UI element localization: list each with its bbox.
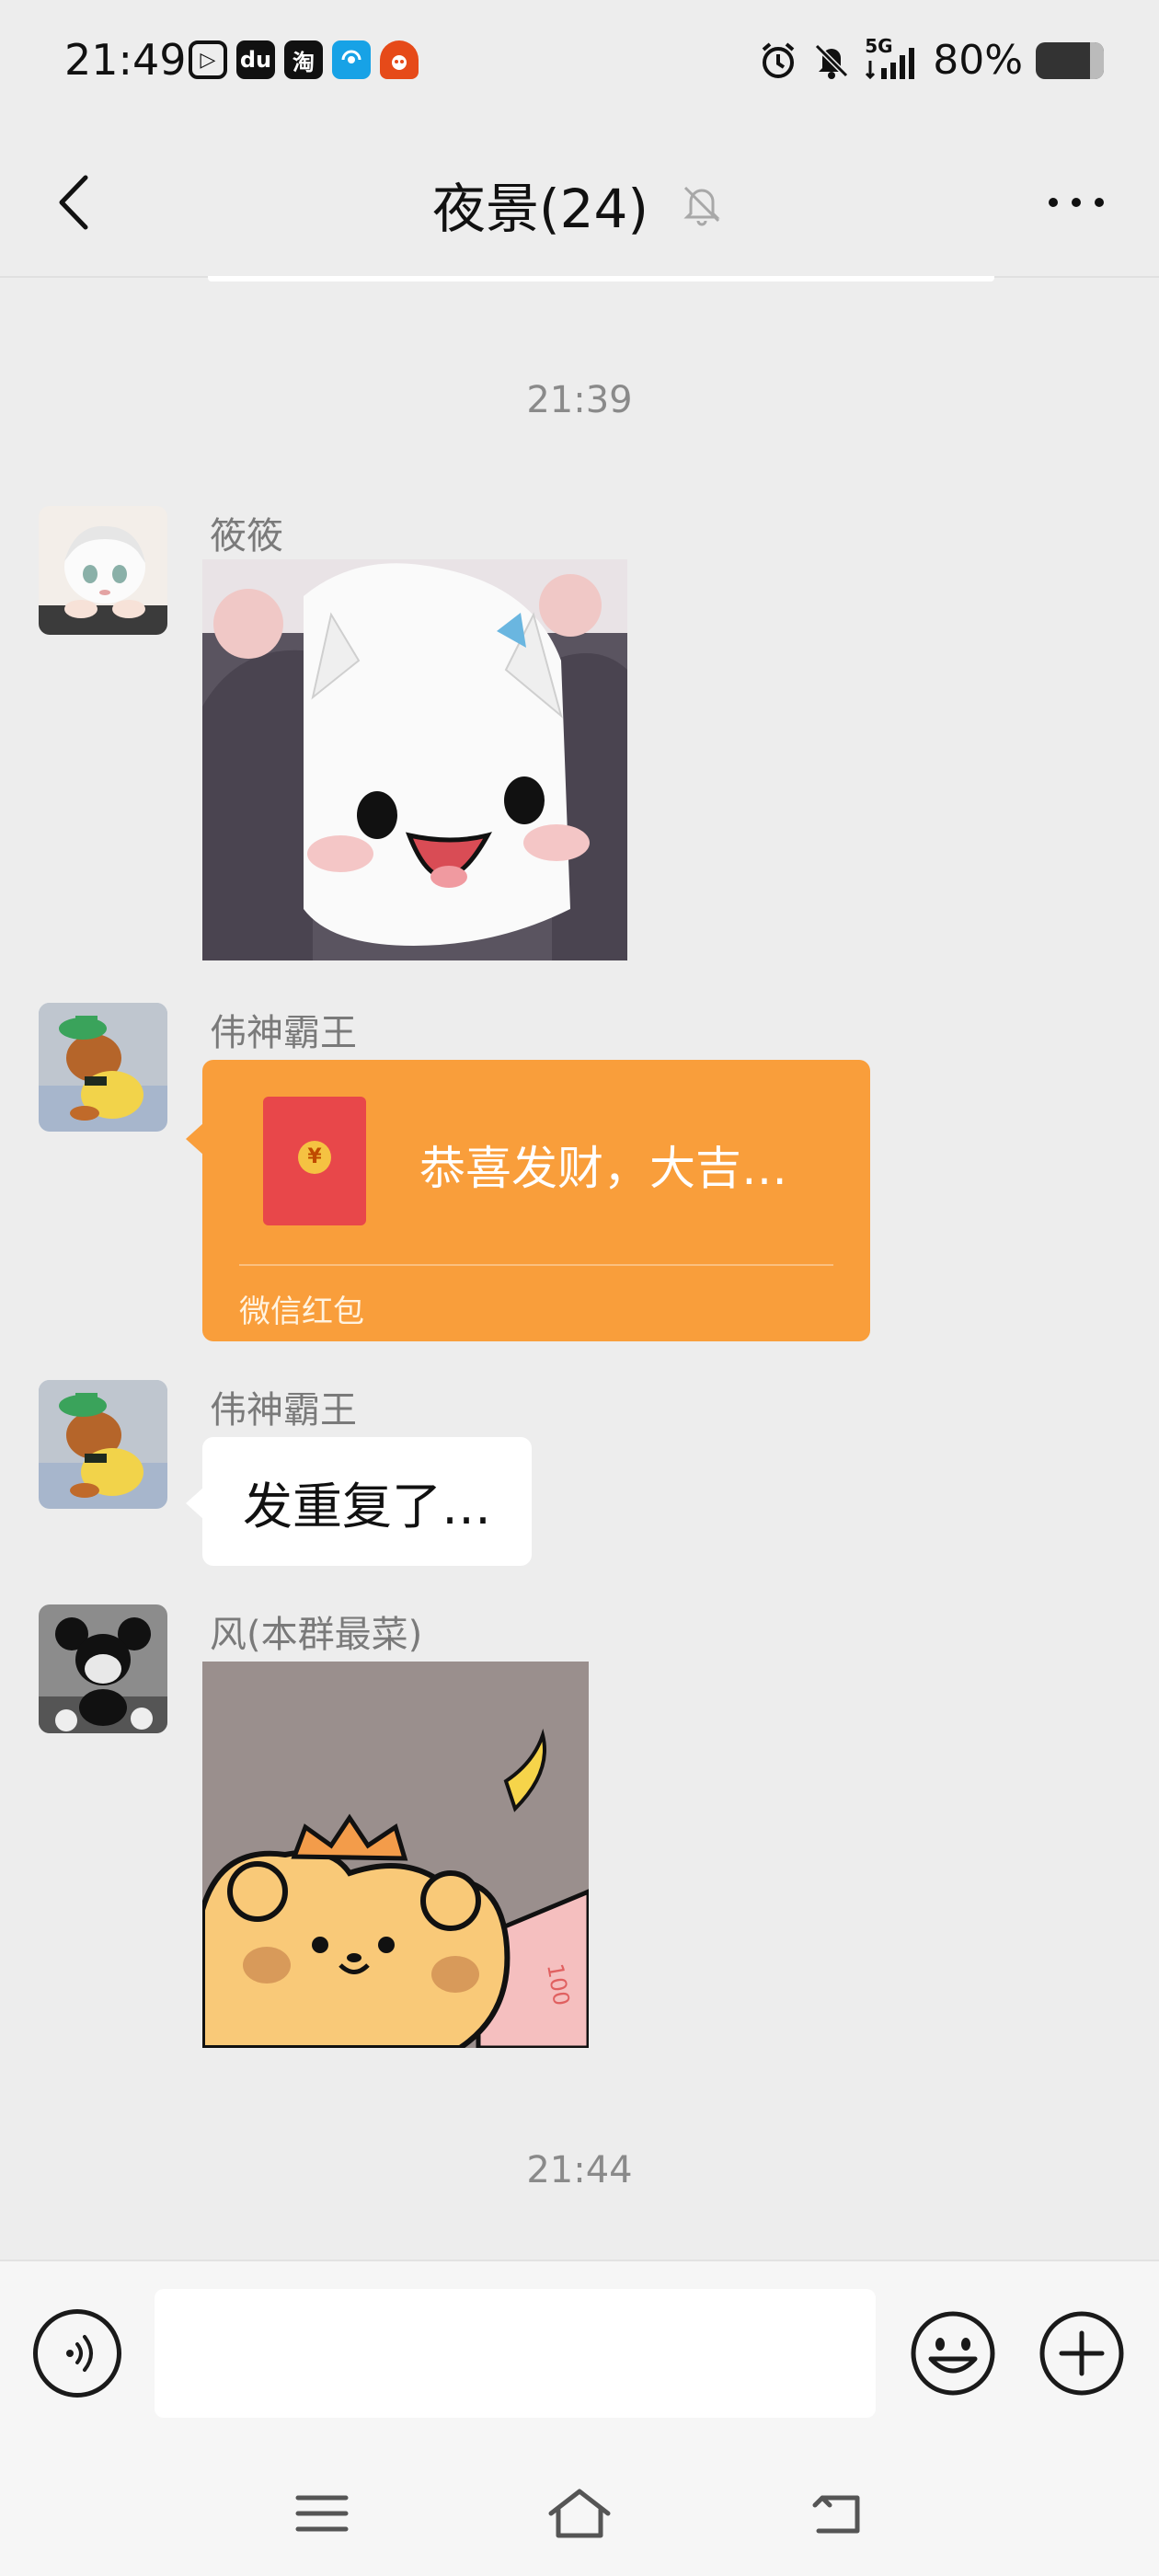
chat-title: 夜景(24)	[432, 178, 649, 240]
alarm-icon	[758, 40, 798, 81]
battery-percent: 80%	[933, 37, 1023, 84]
more-options-button[interactable]	[1030, 166, 1122, 239]
network-label: 5G	[865, 34, 893, 57]
sender-name: 风(本群最菜)	[210, 1614, 423, 1656]
red-packet-label: 微信红包	[239, 1294, 364, 1330]
chevron-left-icon	[59, 175, 88, 230]
voice-input-button[interactable]	[33, 2309, 121, 2398]
red-packet-divider	[239, 1264, 833, 1266]
home-button[interactable]	[543, 2477, 616, 2550]
play-app-icon: ▷	[189, 40, 227, 79]
emoji-button[interactable]	[909, 2309, 997, 2398]
chat-title-group: 夜景(24)	[432, 166, 728, 243]
recent-apps-button[interactable]	[285, 2477, 359, 2550]
battery-icon	[1036, 41, 1104, 79]
plus-circle-icon	[1039, 2311, 1124, 2396]
sender-name: 伟神霸王	[210, 1012, 357, 1054]
avatar[interactable]	[39, 506, 167, 635]
avatar[interactable]	[39, 1380, 167, 1509]
bubble-tail	[186, 1122, 204, 1156]
status-bar: 21:49 ▷ du 淘 5G 80%	[0, 0, 1159, 129]
message-item: 伟神霸王 ¥ 恭喜发财，大吉… 微信红包	[39, 1003, 958, 1352]
smiley-icon	[911, 2311, 995, 2396]
sender-name: 伟神霸王	[210, 1389, 357, 1432]
menu-icon	[295, 2495, 349, 2532]
bear-crown-sticker[interactable]: 100	[202, 1662, 589, 2048]
chat-timestamp: 21:44	[526, 2149, 633, 2191]
message-item: 风(本群最菜) 100	[39, 1604, 958, 2055]
red-envelope-icon: ¥	[263, 1097, 366, 1225]
signal-icon: 5G	[865, 35, 920, 81]
mute-bell-icon	[683, 186, 720, 226]
message-item: 伟神霸王 发重复了…	[39, 1380, 958, 1573]
chat-timestamp: 21:39	[526, 379, 633, 421]
system-navigation-bar	[0, 2444, 1159, 2576]
home-icon	[548, 2489, 611, 2538]
back-arrow-icon	[812, 2495, 860, 2534]
fire-app-icon	[380, 40, 419, 79]
status-app-icons: ▷ du 淘	[189, 40, 419, 79]
text-bubble[interactable]: 发重复了…	[202, 1437, 532, 1566]
avatar[interactable]	[39, 1003, 167, 1132]
avatar[interactable]	[39, 1604, 167, 1733]
bubble-tail	[186, 1487, 204, 1520]
du-app-icon: du	[236, 40, 275, 79]
back-system-button[interactable]	[800, 2477, 874, 2550]
more-dots-icon	[1049, 198, 1104, 207]
sender-name: 筱筱	[210, 515, 283, 558]
yuan-coin-icon: ¥	[298, 1141, 331, 1174]
chat-input-bar	[0, 2260, 1159, 2444]
back-button[interactable]	[37, 166, 110, 239]
header-strip	[208, 276, 994, 282]
chat-header: 夜景(24)	[0, 129, 1159, 278]
red-packet-message: 恭喜发财，大吉…	[419, 1142, 787, 1195]
message-input[interactable]	[155, 2289, 876, 2418]
status-time: 21:49	[64, 35, 187, 85]
message-item: 筱筱	[39, 506, 958, 966]
red-packet-card[interactable]: ¥ 恭喜发财，大吉… 微信红包	[202, 1060, 870, 1341]
status-right: 5G 80%	[758, 35, 1104, 84]
anime-girl-sticker[interactable]	[202, 559, 627, 960]
more-functions-button[interactable]	[1038, 2309, 1126, 2398]
voice-wave-icon	[66, 2335, 93, 2372]
wifi-app-icon	[332, 40, 371, 79]
silent-icon	[811, 40, 852, 81]
taobao-app-icon: 淘	[284, 40, 323, 79]
